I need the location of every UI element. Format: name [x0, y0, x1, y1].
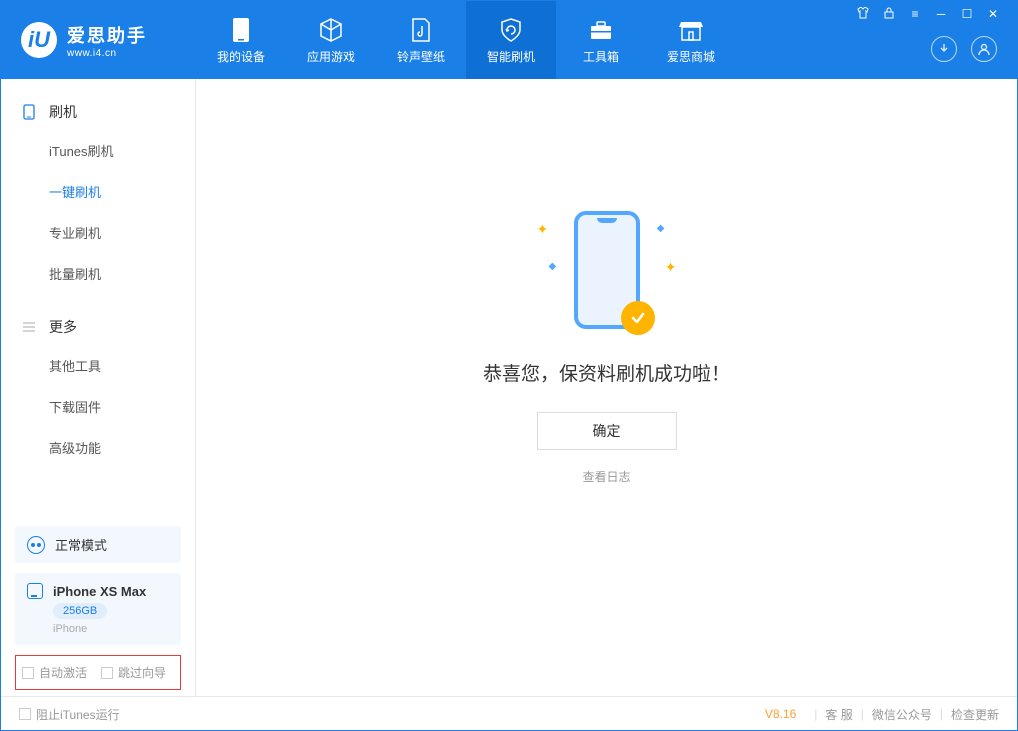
ok-button[interactable]: 确定 [537, 412, 677, 450]
tab-store[interactable]: 爱思商城 [646, 1, 736, 79]
checkbox-icon [101, 667, 113, 679]
menu-icon[interactable]: ≡ [907, 7, 923, 22]
app-url: www.i4.cn [67, 48, 147, 59]
tab-apps[interactable]: 应用游戏 [286, 1, 376, 79]
success-message: 恭喜您，保资料刷机成功啦！ [483, 359, 730, 386]
tab-ringtones[interactable]: 铃声壁纸 [376, 1, 466, 79]
store-icon [677, 16, 705, 44]
sidebar-item-pro-flash[interactable]: 专业刷机 [1, 212, 195, 253]
nav-tabs: 我的设备 应用游戏 铃声壁纸 智能刷机 工具箱 爱思商城 [196, 1, 736, 79]
user-button[interactable] [971, 36, 997, 62]
toolbox-icon [587, 16, 615, 44]
mode-icon [27, 536, 45, 554]
phone-icon [227, 16, 255, 44]
footer: 阻止iTunes运行 V8.16 | 客 服 | 微信公众号 | 检查更新 [1, 696, 1017, 731]
logo[interactable]: iU 爱思助手 www.i4.cn [1, 22, 196, 59]
sidebar-item-advanced[interactable]: 高级功能 [1, 427, 195, 468]
minimize-button[interactable]: ─ [933, 7, 949, 22]
sidebar-item-batch-flash[interactable]: 批量刷机 [1, 253, 195, 294]
device-capacity: 256GB [53, 603, 107, 619]
maximize-button[interactable]: ☐ [959, 7, 975, 22]
support-link[interactable]: 客 服 [825, 706, 852, 723]
checkbox-skip-guide[interactable]: 跳过向导 [101, 664, 166, 681]
checkbox-icon [22, 667, 34, 679]
header: iU 爱思助手 www.i4.cn 我的设备 应用游戏 铃声壁纸 智能刷机 工具… [1, 1, 1017, 79]
sidebar-item-oneclick-flash[interactable]: 一键刷机 [1, 171, 195, 212]
version-label: V8.16 [765, 707, 796, 721]
close-button[interactable]: ✕ [985, 7, 1001, 22]
sidebar-item-itunes-flash[interactable]: iTunes刷机 [1, 130, 195, 171]
cube-icon [317, 16, 345, 44]
device-icon [27, 583, 43, 599]
list-icon [21, 319, 37, 335]
main-content: ✦ ◆ ◆ ✦ 恭喜您，保资料刷机成功啦！ 确定 查看日志 [196, 79, 1017, 696]
wechat-link[interactable]: 微信公众号 [872, 706, 932, 723]
device-type: iPhone [53, 623, 169, 635]
checkbox-block-itunes[interactable]: 阻止iTunes运行 [19, 706, 120, 723]
checkbox-icon [19, 708, 31, 720]
tab-my-device[interactable]: 我的设备 [196, 1, 286, 79]
highlighted-options: 自动激活 跳过向导 [15, 655, 181, 690]
sidebar-section-more[interactable]: 更多 [1, 309, 195, 345]
success-illustration: ✦ ◆ ◆ ✦ [507, 211, 707, 341]
phone-outline-icon [21, 104, 37, 120]
window-controls: ≡ ─ ☐ ✕ [855, 1, 1007, 22]
sidebar-item-other-tools[interactable]: 其他工具 [1, 345, 195, 386]
download-button[interactable] [931, 36, 957, 62]
device-name: iPhone XS Max [53, 584, 146, 599]
mode-box[interactable]: 正常模式 [15, 526, 181, 563]
lock-icon[interactable] [881, 7, 897, 22]
tab-flash[interactable]: 智能刷机 [466, 1, 556, 79]
shield-refresh-icon [497, 16, 525, 44]
app-name: 爱思助手 [67, 22, 147, 48]
music-file-icon [407, 16, 435, 44]
view-log-link[interactable]: 查看日志 [582, 468, 630, 485]
mode-label: 正常模式 [55, 535, 107, 554]
sidebar-section-flash[interactable]: 刷机 [1, 94, 195, 130]
tshirt-icon[interactable] [855, 7, 871, 22]
checkbox-auto-activate[interactable]: 自动激活 [22, 664, 87, 681]
sidebar-item-download-firmware[interactable]: 下载固件 [1, 386, 195, 427]
logo-icon: iU [21, 22, 57, 58]
sidebar: 刷机 iTunes刷机 一键刷机 专业刷机 批量刷机 更多 其他工具 下载固件 … [1, 79, 196, 696]
check-badge-icon [621, 301, 655, 335]
update-link[interactable]: 检查更新 [951, 706, 999, 723]
tab-toolbox[interactable]: 工具箱 [556, 1, 646, 79]
device-box[interactable]: iPhone XS Max 256GB iPhone [15, 573, 181, 645]
